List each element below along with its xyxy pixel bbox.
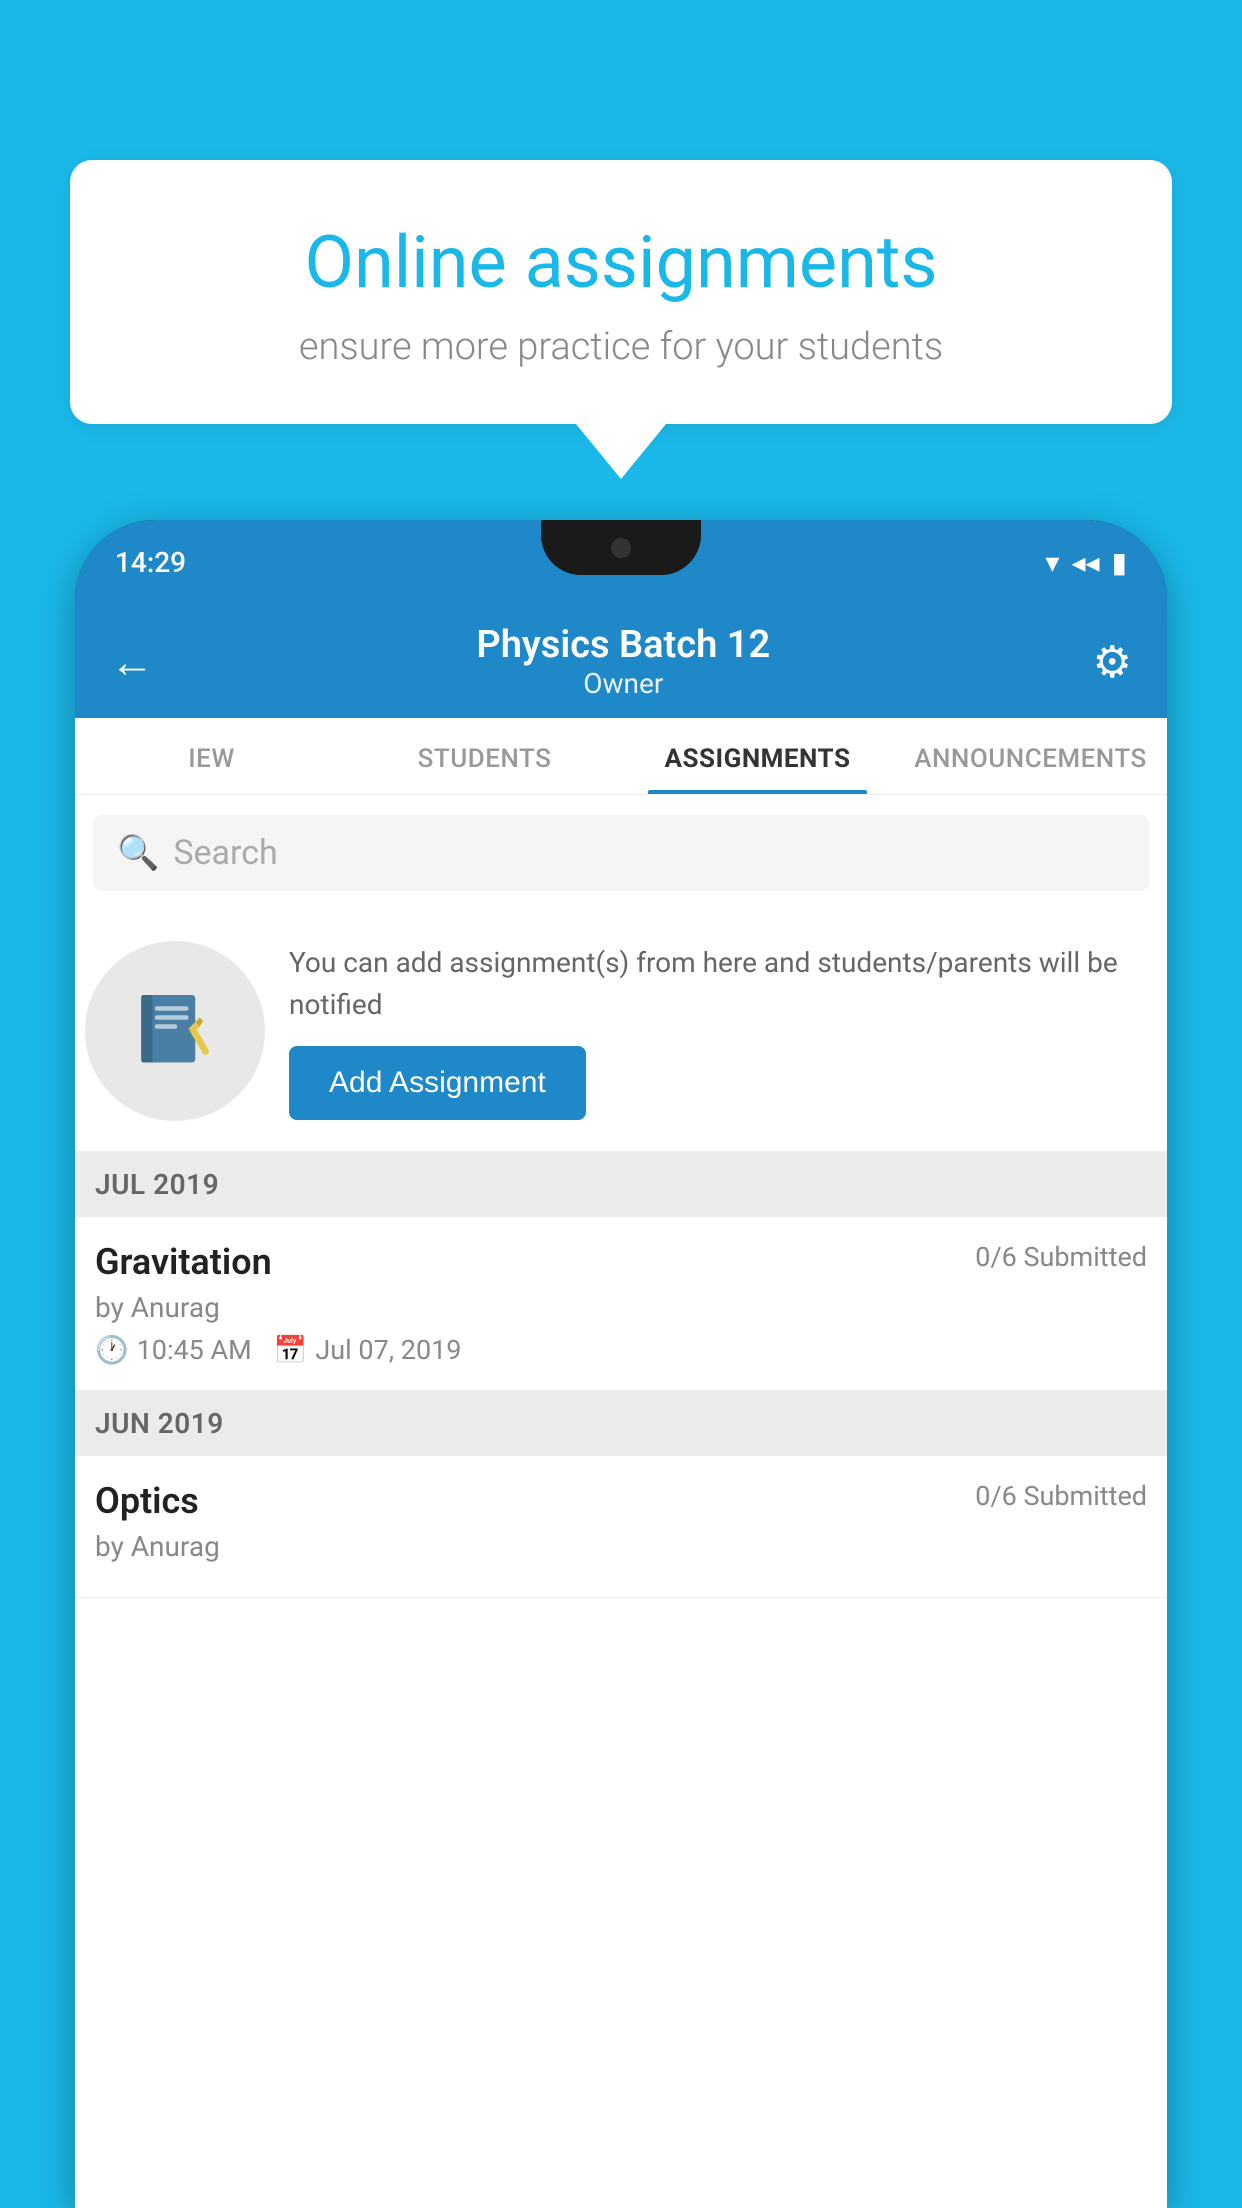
assignment-date-text: Jul 07, 2019	[315, 1334, 461, 1366]
assignment-item-gravitation[interactable]: Gravitation 0/6 Submitted by Anurag 🕐 10…	[75, 1217, 1167, 1391]
submitted-badge-optics: 0/6 Submitted	[975, 1480, 1147, 1512]
speech-bubble-subtitle: ensure more practice for your students	[140, 325, 1102, 369]
status-bar: 14:29 ▾ ◂◂ ▮	[75, 520, 1167, 605]
submitted-badge-gravitation: 0/6 Submitted	[975, 1241, 1147, 1273]
signal-icon: ◂◂	[1071, 546, 1099, 579]
batch-subtitle: Owner	[476, 667, 770, 700]
month-header-jun: JUN 2019	[75, 1391, 1167, 1456]
batch-title: Physics Batch 12	[476, 623, 770, 667]
assignment-item-optics[interactable]: Optics 0/6 Submitted by Anurag	[75, 1456, 1167, 1598]
search-icon: 🔍	[117, 833, 159, 873]
assignment-title-gravitation: Gravitation	[95, 1241, 272, 1283]
assignment-row1-optics: Optics 0/6 Submitted	[95, 1480, 1147, 1522]
battery-icon: ▮	[1112, 546, 1127, 579]
speech-bubble-tail	[576, 424, 666, 479]
tab-assignments[interactable]: ASSIGNMENTS	[621, 718, 894, 794]
wifi-icon: ▾	[1045, 546, 1059, 579]
status-time: 14:29	[115, 546, 186, 579]
back-button[interactable]: ←	[110, 636, 154, 688]
status-icons: ▾ ◂◂ ▮	[1045, 546, 1127, 579]
calendar-icon: 📅	[274, 1334, 308, 1366]
phone-notch	[541, 520, 701, 575]
assignment-by-gravitation: by Anurag	[95, 1291, 1147, 1324]
phone-screen: IEW STUDENTS ASSIGNMENTS ANNOUNCEMENTS 🔍…	[75, 718, 1167, 2208]
tab-students[interactable]: STUDENTS	[348, 718, 621, 794]
speech-bubble-container: Online assignments ensure more practice …	[70, 160, 1172, 479]
assignment-by-optics: by Anurag	[95, 1530, 1147, 1563]
month-header-jul: JUL 2019	[75, 1152, 1167, 1217]
tab-announcements[interactable]: ANNOUNCEMENTS	[894, 718, 1167, 794]
search-placeholder: Search	[173, 833, 277, 873]
notebook-icon	[130, 986, 220, 1076]
assignment-meta-gravitation: 🕐 10:45 AM 📅 Jul 07, 2019	[95, 1334, 1147, 1366]
camera-dot	[611, 538, 631, 558]
speech-bubble: Online assignments ensure more practice …	[70, 160, 1172, 424]
assignment-date-gravitation: 📅 Jul 07, 2019	[274, 1334, 462, 1366]
tab-iew[interactable]: IEW	[75, 718, 348, 794]
search-container: 🔍 Search	[75, 795, 1167, 911]
tabs-bar: IEW STUDENTS ASSIGNMENTS ANNOUNCEMENTS	[75, 718, 1167, 795]
speech-bubble-title: Online assignments	[140, 220, 1102, 305]
settings-icon[interactable]: ⚙	[1093, 636, 1132, 688]
empty-state-text: You can add assignment(s) from here and …	[289, 942, 1147, 1026]
assignment-time-gravitation: 🕐 10:45 AM	[95, 1334, 252, 1366]
assignment-row1: Gravitation 0/6 Submitted	[95, 1241, 1147, 1283]
empty-state: You can add assignment(s) from here and …	[75, 911, 1167, 1152]
add-assignment-button[interactable]: Add Assignment	[289, 1046, 586, 1120]
clock-icon: 🕐	[95, 1334, 129, 1366]
assignment-time-text: 10:45 AM	[137, 1334, 252, 1366]
notebook-icon-circle	[85, 941, 265, 1121]
app-header: ← Physics Batch 12 Owner ⚙	[75, 605, 1167, 718]
empty-state-right: You can add assignment(s) from here and …	[289, 942, 1147, 1120]
phone-frame: 14:29 ▾ ◂◂ ▮ ← Physics Batch 12 Owner ⚙ …	[75, 520, 1167, 2208]
search-bar[interactable]: 🔍 Search	[93, 815, 1149, 891]
header-title-area: Physics Batch 12 Owner	[476, 623, 770, 700]
assignment-title-optics: Optics	[95, 1480, 199, 1522]
